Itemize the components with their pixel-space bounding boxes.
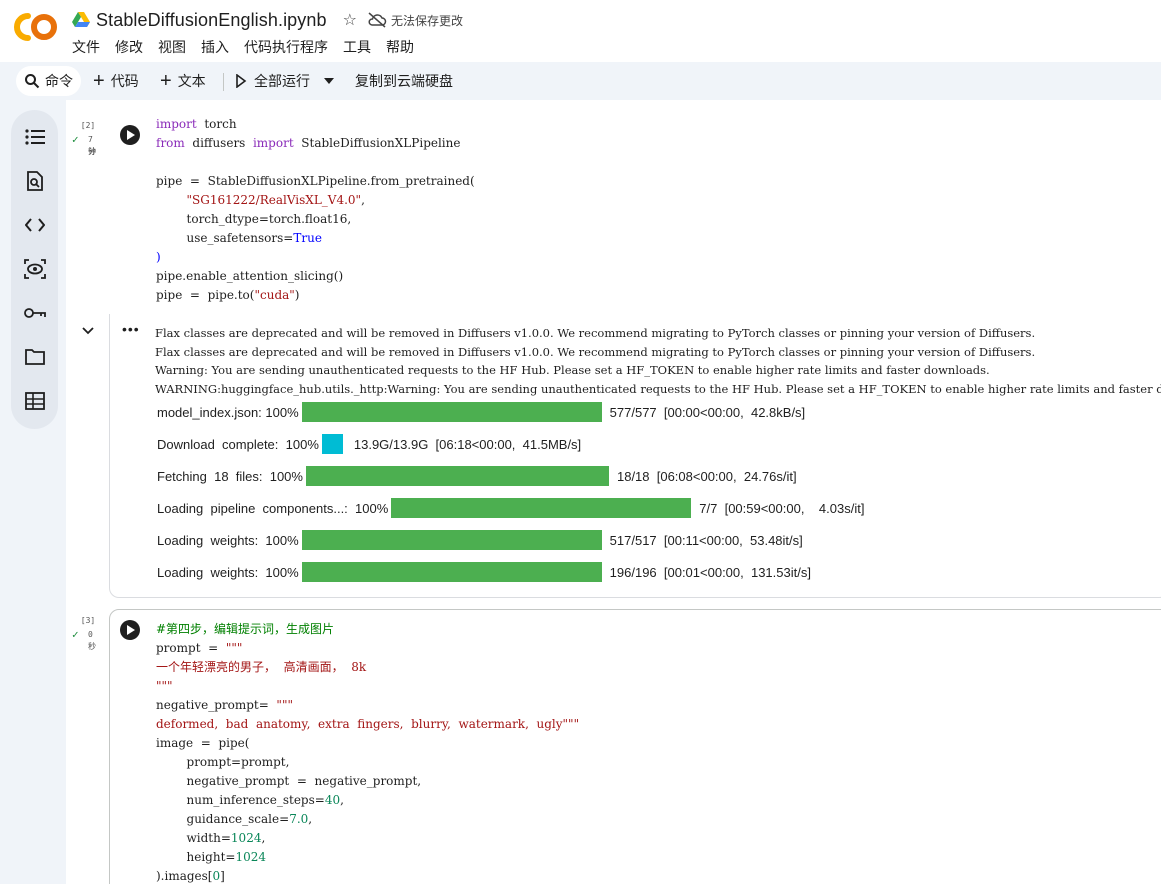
toolbar: 命令 + 代码 + 文本 全部运行 复制到云端硬盘 (0, 62, 1161, 100)
run-all-label: 全部运行 (254, 73, 310, 89)
chevron-down-icon (324, 78, 334, 84)
progress-row: Loading pipeline components...: 100% 7/7… (157, 498, 864, 518)
progress-row: Download complete: 100% 13.9G/13.9G [06:… (157, 434, 581, 454)
progress-fill (391, 498, 692, 518)
run-options-dropdown[interactable] (324, 66, 334, 96)
progress-fill (301, 562, 602, 582)
cell-2-exec-count: [3] (80, 616, 96, 625)
progress-label: Loading weights: 100% (157, 532, 299, 548)
progress-stats: 13.9G/13.9G [06:18<00:00, 41.5MB/s] (353, 436, 582, 452)
progress-bar (301, 402, 602, 422)
output-actions-icon[interactable]: ••• (122, 321, 140, 337)
menu-bar: 文件 修改 视图 插入 代码执行程序 工具 帮助 (72, 37, 429, 57)
cell-1-run-button[interactable] (120, 125, 140, 145)
secrets-key-icon[interactable] (23, 301, 47, 325)
output-line: Warning: You are sending unauthenticated… (155, 363, 990, 377)
plus-icon: + (93, 70, 105, 92)
progress-row: Loading weights: 100% 196/196 [00:01<00:… (157, 562, 811, 582)
menu-tools[interactable]: 工具 (343, 37, 371, 57)
colab-logo[interactable] (14, 12, 58, 42)
find-icon[interactable] (23, 169, 47, 193)
collapse-output-chevron-icon[interactable] (82, 327, 94, 335)
search-icon (25, 74, 40, 89)
progress-bar (305, 466, 609, 486)
progress-fill (321, 434, 343, 454)
progress-stats: 517/517 [00:11<00:00, 53.48it/s] (609, 532, 803, 548)
add-text-button[interactable]: + 文本 (160, 66, 206, 96)
notebook-title[interactable]: StableDiffusionEnglish.ipynb (96, 10, 327, 31)
cell-2-time-1: 0 (88, 630, 93, 639)
cell-1-code-editor[interactable]: import torch from diffusers import Stabl… (156, 115, 475, 305)
command-label: 命令 (45, 73, 73, 89)
toolbar-divider (223, 73, 224, 91)
copy-to-drive-label: 复制到云端硬盘 (355, 73, 453, 89)
progress-bar (321, 434, 343, 454)
plus-icon: + (160, 70, 172, 92)
copy-to-drive-button[interactable]: 复制到云端硬盘 (355, 66, 453, 96)
progress-stats: 577/577 [00:00<00:00, 42.8kB/s] (609, 404, 806, 420)
play-icon (236, 74, 247, 88)
table-icon[interactable] (23, 389, 47, 413)
progress-label: Download complete: 100% (157, 436, 319, 452)
progress-row: Loading weights: 100% 517/517 [00:11<00:… (157, 530, 803, 550)
output-line: Flax classes are deprecated and will be … (155, 326, 1036, 340)
check-icon: ✓ (72, 628, 79, 641)
progress-bar (301, 562, 602, 582)
cell-1-exec-info: [2] (78, 120, 98, 132)
check-icon: ✓ (72, 133, 79, 146)
progress-stats: 7/7 [00:59<00:00, 4.03s/it] (699, 500, 865, 516)
cell-2-time-2: 秒 (88, 642, 96, 651)
progress-label: Loading weights: 100% (157, 564, 299, 580)
cell-1-exec-count: [2] (80, 121, 96, 130)
star-icon[interactable]: ☆ (343, 10, 357, 30)
menu-help[interactable]: 帮助 (386, 37, 414, 57)
cloud-off-icon (368, 12, 387, 28)
output-line: WARNING:huggingface_hub.utils._http:Warn… (155, 381, 1161, 396)
cell-1-time-2: 钟 (88, 147, 96, 156)
cell-2-code-editor[interactable]: #第四步，编辑提示词，生成图片 prompt = """ 一个年轻漂亮的男子， … (156, 620, 579, 884)
progress-fill (305, 466, 609, 486)
menu-view[interactable]: 视图 (158, 37, 186, 57)
add-code-label: 代码 (110, 73, 139, 89)
progress-bar (301, 530, 602, 550)
left-rail (11, 110, 58, 429)
google-drive-icon (72, 12, 90, 27)
add-code-button[interactable]: + 代码 (93, 66, 139, 96)
menu-edit[interactable]: 修改 (115, 37, 143, 57)
progress-row: model_index.json: 100% 577/577 [00:00<00… (157, 402, 805, 422)
cell-1-exec-time: ✓ 7 分 钟 (72, 133, 104, 157)
progress-bar (391, 498, 692, 518)
files-folder-icon[interactable] (23, 345, 47, 369)
menu-runtime[interactable]: 代码执行程序 (244, 37, 328, 57)
progress-label: Loading pipeline components...: 100% (157, 500, 389, 516)
toc-icon[interactable] (23, 125, 47, 149)
cell-2-exec-info: [3] (78, 615, 98, 627)
cell-1-output-text: Flax classes are deprecated and will be … (155, 324, 1161, 398)
cell-2-exec-time: ✓ 0 秒 (72, 628, 104, 652)
progress-label: Fetching 18 files: 100% (157, 468, 303, 484)
progress-fill (301, 402, 602, 422)
run-all-button[interactable]: 全部运行 (235, 66, 310, 96)
menu-file[interactable]: 文件 (72, 37, 100, 57)
progress-row: Fetching 18 files: 100% 18/18 [06:08<00:… (157, 466, 797, 486)
code-snippets-icon[interactable] (23, 213, 47, 237)
output-line: Flax classes are deprecated and will be … (155, 344, 1036, 359)
menu-insert[interactable]: 插入 (201, 37, 229, 57)
progress-fill (301, 530, 602, 550)
progress-stats: 196/196 [00:01<00:00, 131.53it/s] (609, 564, 811, 580)
command-palette-button[interactable]: 命令 (16, 66, 81, 96)
variables-icon[interactable] (23, 257, 47, 281)
progress-label: model_index.json: 100% (157, 404, 299, 420)
save-status[interactable]: 无法保存更改 (391, 12, 463, 29)
add-text-label: 文本 (177, 73, 206, 89)
cell-2-run-button[interactable] (120, 620, 140, 640)
progress-stats: 18/18 [06:08<00:00, 24.76s/it] (616, 468, 797, 484)
